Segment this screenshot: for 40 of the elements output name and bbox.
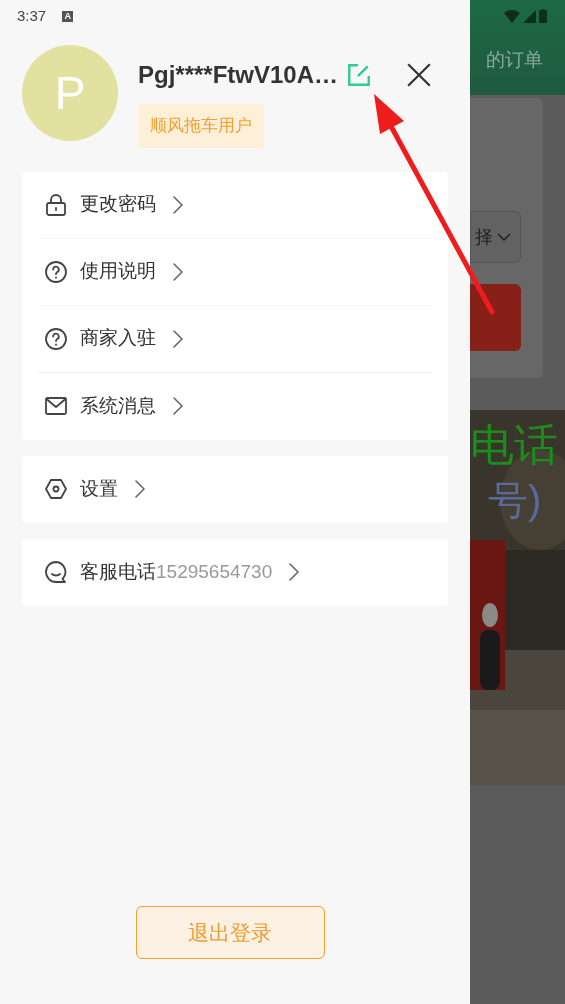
help-icon [44, 259, 68, 284]
menu-item[interactable]: 客服电话15295654730 [38, 538, 432, 606]
chevron-icon [172, 396, 184, 416]
chevron-icon [288, 562, 301, 582]
help-icon [44, 326, 68, 351]
lock-icon [44, 192, 68, 217]
dropdown-text: 择 [475, 225, 493, 249]
menu-label: 系统消息 [80, 393, 156, 418]
edit-icon[interactable] [346, 62, 373, 88]
username: Pgj****FtwV10A… [138, 60, 339, 90]
banner-title: 电话 [470, 419, 558, 471]
chat-icon [44, 560, 68, 584]
chevron-icon [172, 261, 184, 282]
mail-icon [44, 394, 68, 418]
notification-badge: A [62, 10, 74, 22]
menu-item[interactable]: 使用说明 [38, 238, 432, 306]
menu-label: 商家入驻 [80, 326, 156, 351]
banner-subtitle: 号) [487, 477, 543, 524]
chevron-icon [172, 194, 184, 215]
menu-label: 更改密码 [80, 192, 156, 217]
menu-item[interactable]: 更改密码 [38, 171, 432, 239]
menu-item[interactable]: 商家入驻 [38, 305, 432, 373]
signal-icon [523, 9, 536, 23]
menu-label: 设置 [80, 476, 118, 501]
chevron-icon [134, 479, 146, 499]
close-icon[interactable] [406, 62, 433, 88]
menu-item[interactable]: 设置 [38, 455, 432, 523]
chevron-down-icon [497, 232, 511, 242]
chevron-icon [172, 328, 184, 349]
user-tag: 顺风拖车用户 [138, 104, 264, 148]
menu-label: 客服电话 [80, 559, 156, 584]
status-time: 3:37 [17, 5, 47, 26]
menu-item[interactable]: 系统消息 [38, 372, 432, 440]
header-title: 的订单 [485, 48, 544, 72]
phone-number: 15295654730 [156, 559, 273, 584]
battery-icon [539, 9, 547, 23]
settings-icon [44, 477, 68, 501]
wifi-icon [504, 9, 520, 23]
menu-label: 使用说明 [80, 259, 156, 284]
submit-button[interactable] [470, 284, 521, 351]
